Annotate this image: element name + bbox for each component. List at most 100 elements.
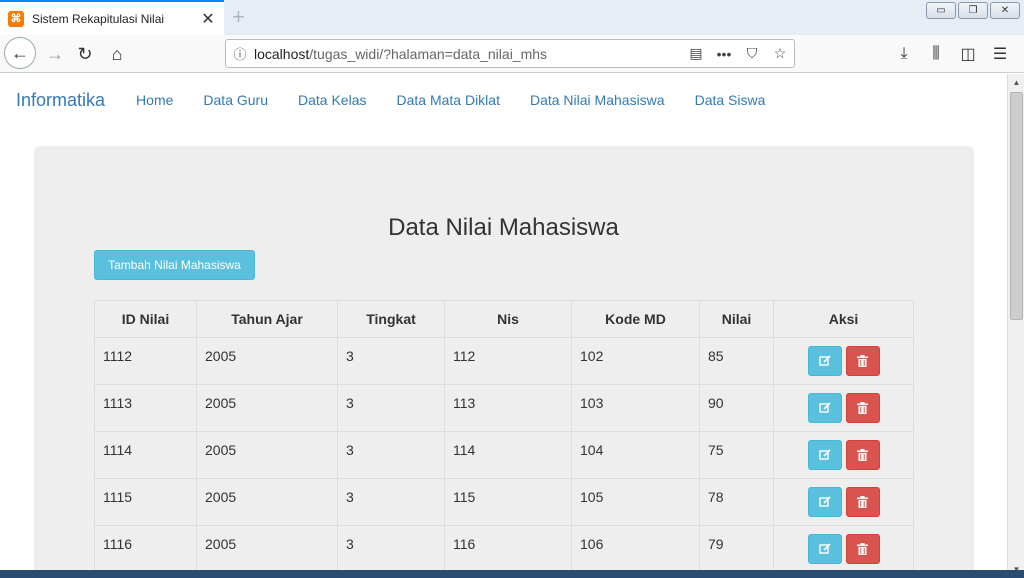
bookmark-star-icon[interactable]: ☆: [766, 45, 794, 62]
url-text[interactable]: localhost/tugas_widi/?halaman=data_nilai…: [254, 46, 682, 62]
site-favicon-icon: ⌘: [8, 10, 24, 27]
delete-button[interactable]: [845, 534, 880, 564]
nav-home[interactable]: Home: [136, 92, 173, 108]
cell-nilai: 90: [699, 384, 774, 432]
cell-id-nilai: 1116: [94, 525, 197, 573]
trash-icon: [857, 449, 868, 461]
row-actions: [807, 346, 880, 376]
trash-icon: [857, 543, 868, 555]
delete-button[interactable]: [845, 487, 880, 517]
table-row: 1115 2005 3 115 105 78: [94, 478, 914, 526]
cell-nilai: 85: [699, 337, 774, 385]
cell-nis: 115: [444, 478, 572, 526]
pocket-icon[interactable]: ⛉: [738, 45, 766, 62]
close-tab-icon[interactable]: ✕: [198, 9, 218, 29]
toolbar-right: ⤓ ⫼ ◫ ☰: [888, 39, 1016, 69]
edit-icon: [818, 402, 831, 413]
table-row: 1112 2005 3 112 102 85: [94, 337, 914, 385]
cell-tahun-ajar: 2005: [196, 431, 338, 479]
taskbar: [0, 570, 1024, 578]
trash-icon: [857, 402, 868, 414]
edit-button[interactable]: [807, 393, 842, 423]
cell-aksi: [773, 525, 914, 573]
nav-data-mata-diklat[interactable]: Data Mata Diklat: [396, 92, 499, 108]
cell-tahun-ajar: 2005: [196, 337, 338, 385]
cell-nilai: 75: [699, 431, 774, 479]
nav-data-nilai-mahasiswa[interactable]: Data Nilai Mahasiswa: [530, 92, 665, 108]
page-title: Data Nilai Mahasiswa: [388, 214, 619, 241]
restore-icon[interactable]: ❐: [958, 2, 988, 19]
close-window-icon[interactable]: ✕: [990, 2, 1020, 19]
cell-nis: 114: [444, 431, 572, 479]
library-icon[interactable]: ⫼: [920, 39, 952, 69]
cell-tahun-ajar: 2005: [196, 478, 338, 526]
download-icon[interactable]: ⤓: [888, 39, 920, 69]
home-icon[interactable]: ⌂: [102, 39, 132, 69]
row-actions: [807, 487, 880, 517]
back-icon[interactable]: ←: [4, 37, 36, 69]
minimize-icon[interactable]: ▭: [926, 2, 956, 19]
edit-button[interactable]: [807, 440, 842, 470]
cell-kode-md: 105: [571, 478, 700, 526]
tab-bar: ⌘ Sistem Rekapitulasi Nilai ✕ + ▭ ❐ ✕: [0, 0, 1024, 35]
cell-nilai: 79: [699, 525, 774, 573]
cell-nis: 112: [444, 337, 572, 385]
nav-data-kelas[interactable]: Data Kelas: [298, 92, 366, 108]
reader-view-icon[interactable]: ▤: [682, 45, 710, 62]
table-header-row: ID Nilai Tahun Ajar Tingkat Nis Kode MD …: [94, 300, 914, 338]
scroll-thumb[interactable]: [1010, 92, 1023, 320]
row-actions: [807, 393, 880, 423]
edit-button[interactable]: [807, 487, 842, 517]
cell-nis: 116: [444, 525, 572, 573]
reload-icon[interactable]: ↻: [70, 39, 100, 69]
forward-icon[interactable]: →: [40, 39, 70, 69]
page-content: Informatika Home Data Guru Data Kelas Da…: [0, 74, 1007, 578]
cell-kode-md: 102: [571, 337, 700, 385]
nav-data-guru[interactable]: Data Guru: [203, 92, 268, 108]
trash-icon: [857, 355, 868, 367]
cell-nis: 113: [444, 384, 572, 432]
cell-aksi: [773, 431, 914, 479]
delete-button[interactable]: [845, 440, 880, 470]
url-path: /tugas_widi/?halaman=data_nilai_mhs: [309, 45, 548, 62]
edit-button[interactable]: [807, 346, 842, 376]
col-aksi: Aksi: [773, 300, 914, 338]
page-actions-icon[interactable]: •••: [710, 46, 738, 62]
nav-data-siswa[interactable]: Data Siswa: [695, 92, 766, 108]
delete-button[interactable]: [845, 393, 880, 423]
new-tab-icon[interactable]: +: [232, 4, 245, 30]
cell-tingkat: 3: [337, 478, 445, 526]
nilai-table: ID Nilai Tahun Ajar Tingkat Nis Kode MD …: [94, 300, 914, 573]
address-bar[interactable]: ⓘ localhost/tugas_widi/?halaman=data_nil…: [225, 39, 795, 68]
cell-aksi: [773, 337, 914, 385]
row-actions: [807, 534, 880, 564]
cell-kode-md: 103: [571, 384, 700, 432]
table-row: 1116 2005 3 116 106 79: [94, 525, 914, 573]
trash-icon: [857, 496, 868, 508]
add-nilai-button[interactable]: Tambah Nilai Mahasiswa: [94, 250, 255, 280]
browser-toolbar: ← → ↻ ⌂ ⓘ localhost/tugas_widi/?halaman=…: [0, 35, 1024, 73]
scroll-up-icon[interactable]: ▲: [1008, 74, 1024, 91]
cell-tingkat: 3: [337, 337, 445, 385]
edit-icon: [818, 355, 831, 366]
vertical-scrollbar[interactable]: ▲ ▼: [1007, 74, 1024, 578]
cell-aksi: [773, 384, 914, 432]
col-nilai: Nilai: [699, 300, 774, 338]
cell-tahun-ajar: 2005: [196, 525, 338, 573]
edit-button[interactable]: [807, 534, 842, 564]
col-tingkat: Tingkat: [337, 300, 445, 338]
delete-button[interactable]: [845, 346, 880, 376]
site-info-icon[interactable]: ⓘ: [226, 44, 254, 63]
row-actions: [807, 440, 880, 470]
site-navbar: Informatika Home Data Guru Data Kelas Da…: [0, 74, 1007, 126]
cell-aksi: [773, 478, 914, 526]
sidebar-icon[interactable]: ◫: [952, 39, 984, 69]
window-controls: ▭ ❐ ✕: [926, 2, 1020, 19]
brand-link[interactable]: Informatika: [16, 90, 105, 111]
browser-tab[interactable]: ⌘ Sistem Rekapitulasi Nilai ✕: [0, 0, 224, 35]
table-row: 1113 2005 3 113 103 90: [94, 384, 914, 432]
col-tahun-ajar: Tahun Ajar: [196, 300, 338, 338]
edit-icon: [818, 449, 831, 460]
menu-icon[interactable]: ☰: [984, 39, 1016, 69]
edit-icon: [818, 543, 831, 554]
